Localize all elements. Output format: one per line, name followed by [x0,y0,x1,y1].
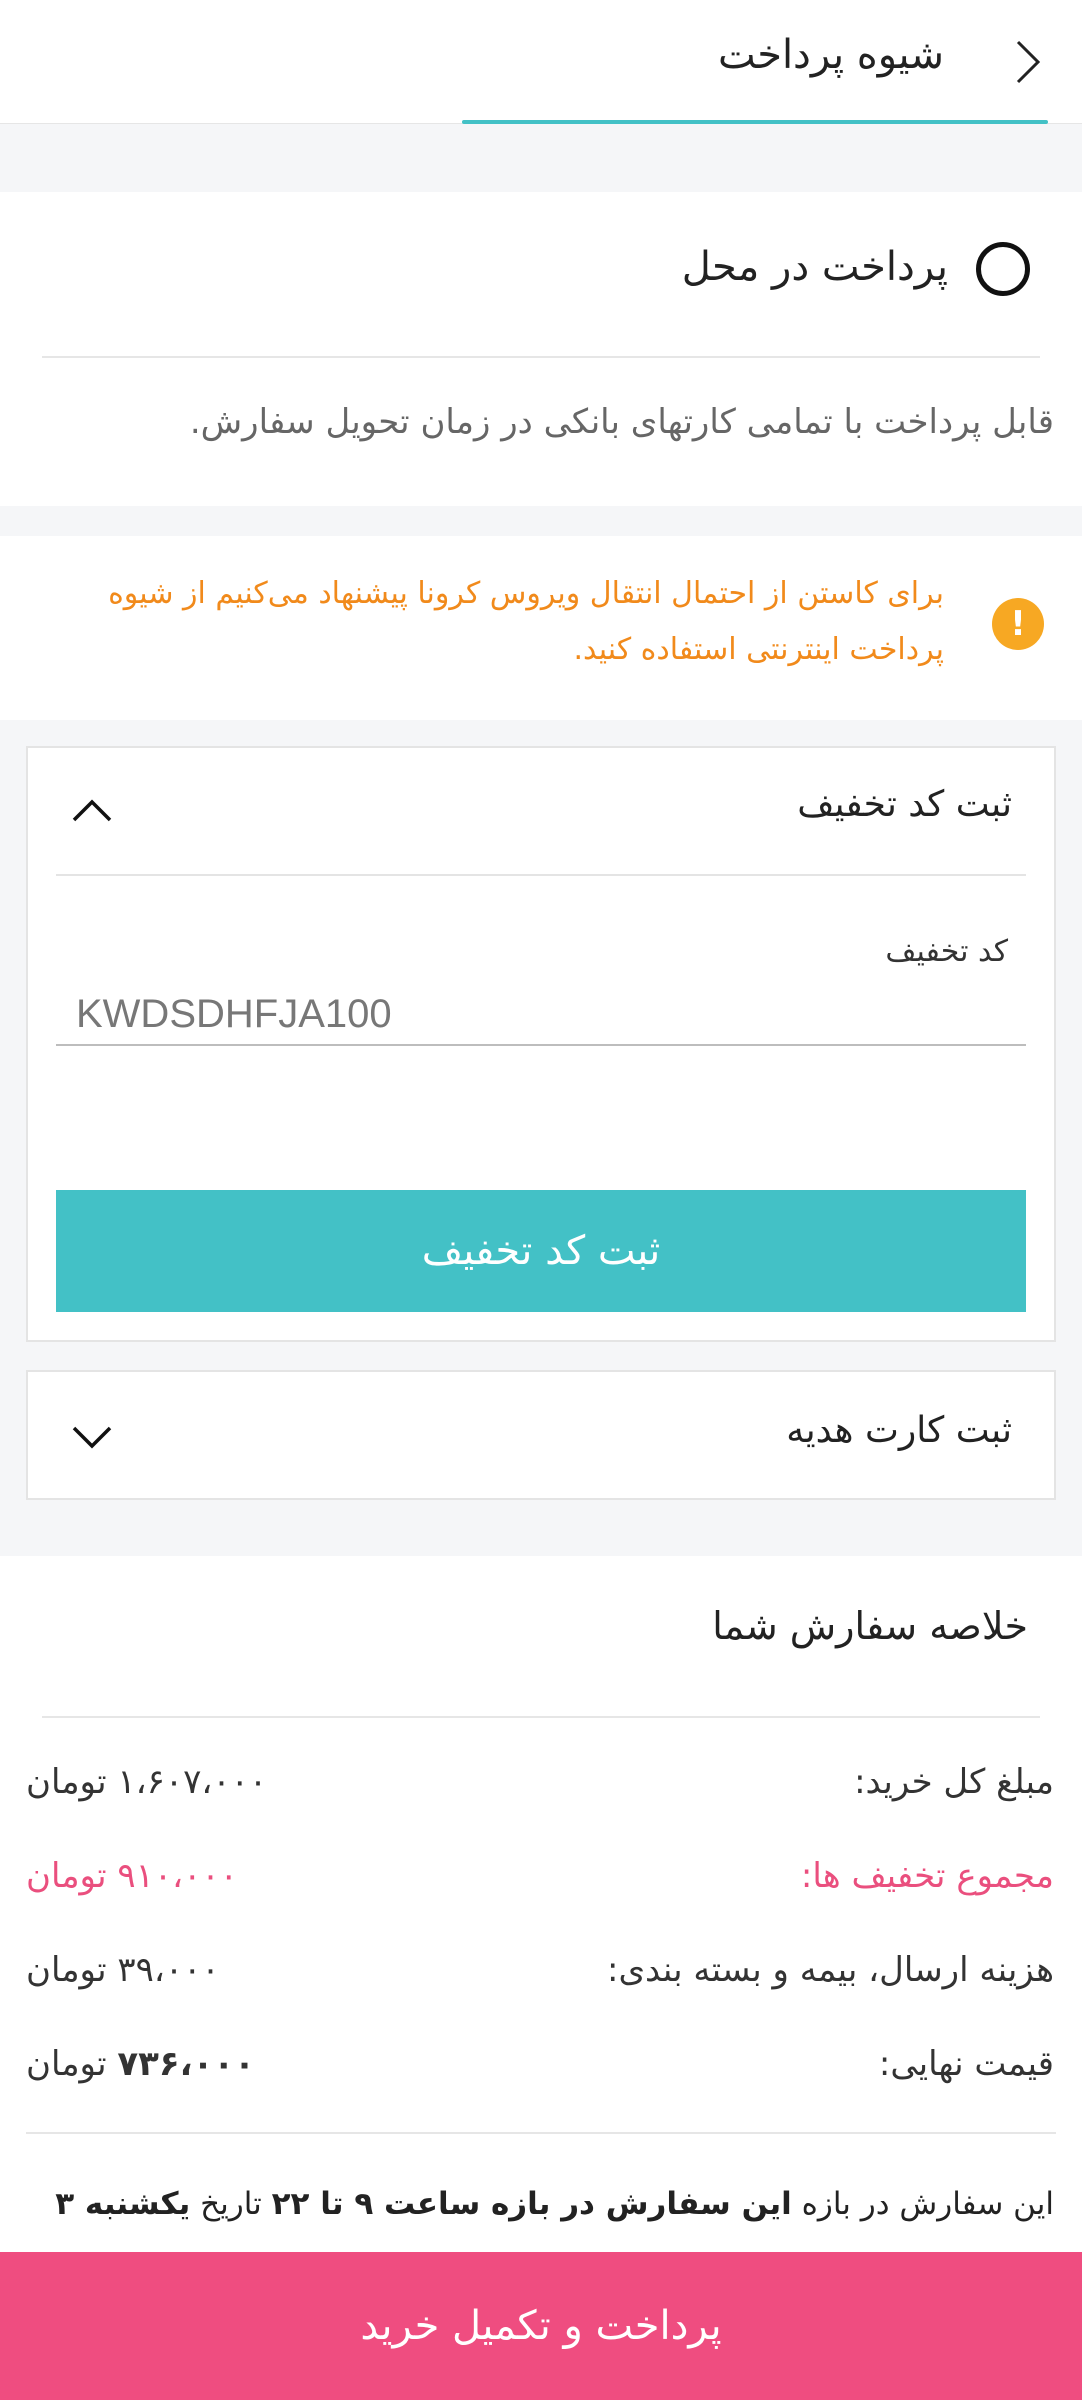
divider [42,1716,1040,1718]
gift-card-section[interactable]: ثبت کارت هدیه [26,1370,1056,1500]
page-title: شیوه پرداخت [717,32,944,78]
chevron-down-icon[interactable] [70,1416,114,1460]
summary-row-total: مبلغ کل خرید: ۱،۶۰۷،۰۰۰ تومان [26,1762,1054,1812]
summary-row-shipping: هزینه ارسال، بیمه و بسته بندی: ۳۹،۰۰۰ تو… [26,1950,1054,2000]
warning-line-1: برای کاستن از احتمال انتقال ویروس کرونا … [108,576,944,611]
chevron-right-icon[interactable] [1000,36,1052,88]
app-header: شیوه پرداخت [0,0,1082,124]
payment-option-radio[interactable] [976,242,1030,296]
warning-icon: ! [992,598,1044,650]
summary-row-final: قیمت نهایی: ۷۳۶،۰۰۰ تومان [26,2044,1054,2094]
warning-text: برای کاستن از احتمال انتقال ویروس کرونا … [54,566,944,678]
summary-row-label: هزینه ارسال، بیمه و بسته بندی: [606,1950,1054,1990]
pay-and-complete-button[interactable]: پرداخت و تکمیل خرید [0,2252,1082,2400]
summary-row-value: ۳۹،۰۰۰ تومان [26,1950,220,1990]
summary-row-label: قیمت نهایی: [878,2044,1054,2084]
discount-field-label: کد تخفیف [885,934,1008,969]
chevron-up-icon[interactable] [70,788,114,832]
summary-row-value: ۱،۶۰۷،۰۰۰ تومان [26,1762,268,1802]
delivery-note: این سفارش در بازه این سفارش در بازه ساعت… [55,2186,1054,2222]
summary-title: خلاصه سفارش شما [712,1604,1028,1648]
discount-section-title[interactable]: ثبت کد تخفیف [797,784,1012,825]
discount-code-input[interactable] [56,984,1026,1046]
divider [26,2132,1056,2134]
summary-row-label: مبلغ کل خرید: [854,1762,1054,1802]
gift-card-title[interactable]: ثبت کارت هدیه [786,1410,1012,1451]
header-underline [462,120,1048,124]
payment-option-card[interactable]: پرداخت در محل قابل پرداخت با تمامی کارته… [0,192,1082,506]
payment-option-label: پرداخت در محل [681,244,948,290]
corona-warning: ! برای کاستن از احتمال انتقال ویروس کرون… [0,536,1082,720]
warning-line-2: پرداخت اینترنتی استفاده کنید. [573,632,944,667]
divider [56,874,1026,876]
summary-row-value: ۷۳۶،۰۰۰ تومان [26,2044,255,2084]
divider [42,356,1040,358]
summary-row-discounts: مجموع تخفیف ها: ۹۱۰،۰۰۰ تومان [26,1856,1054,1906]
submit-discount-button[interactable]: ثبت کد تخفیف [56,1190,1026,1312]
summary-row-value: ۹۱۰،۰۰۰ تومان [26,1856,238,1896]
payment-option-description: قابل پرداخت با تمامی کارتهای بانکی در زم… [189,402,1054,442]
discount-section: ثبت کد تخفیف کد تخفیف ثبت کد تخفیف [26,746,1056,1342]
summary-row-label: مجموع تخفیف ها: [800,1856,1054,1896]
